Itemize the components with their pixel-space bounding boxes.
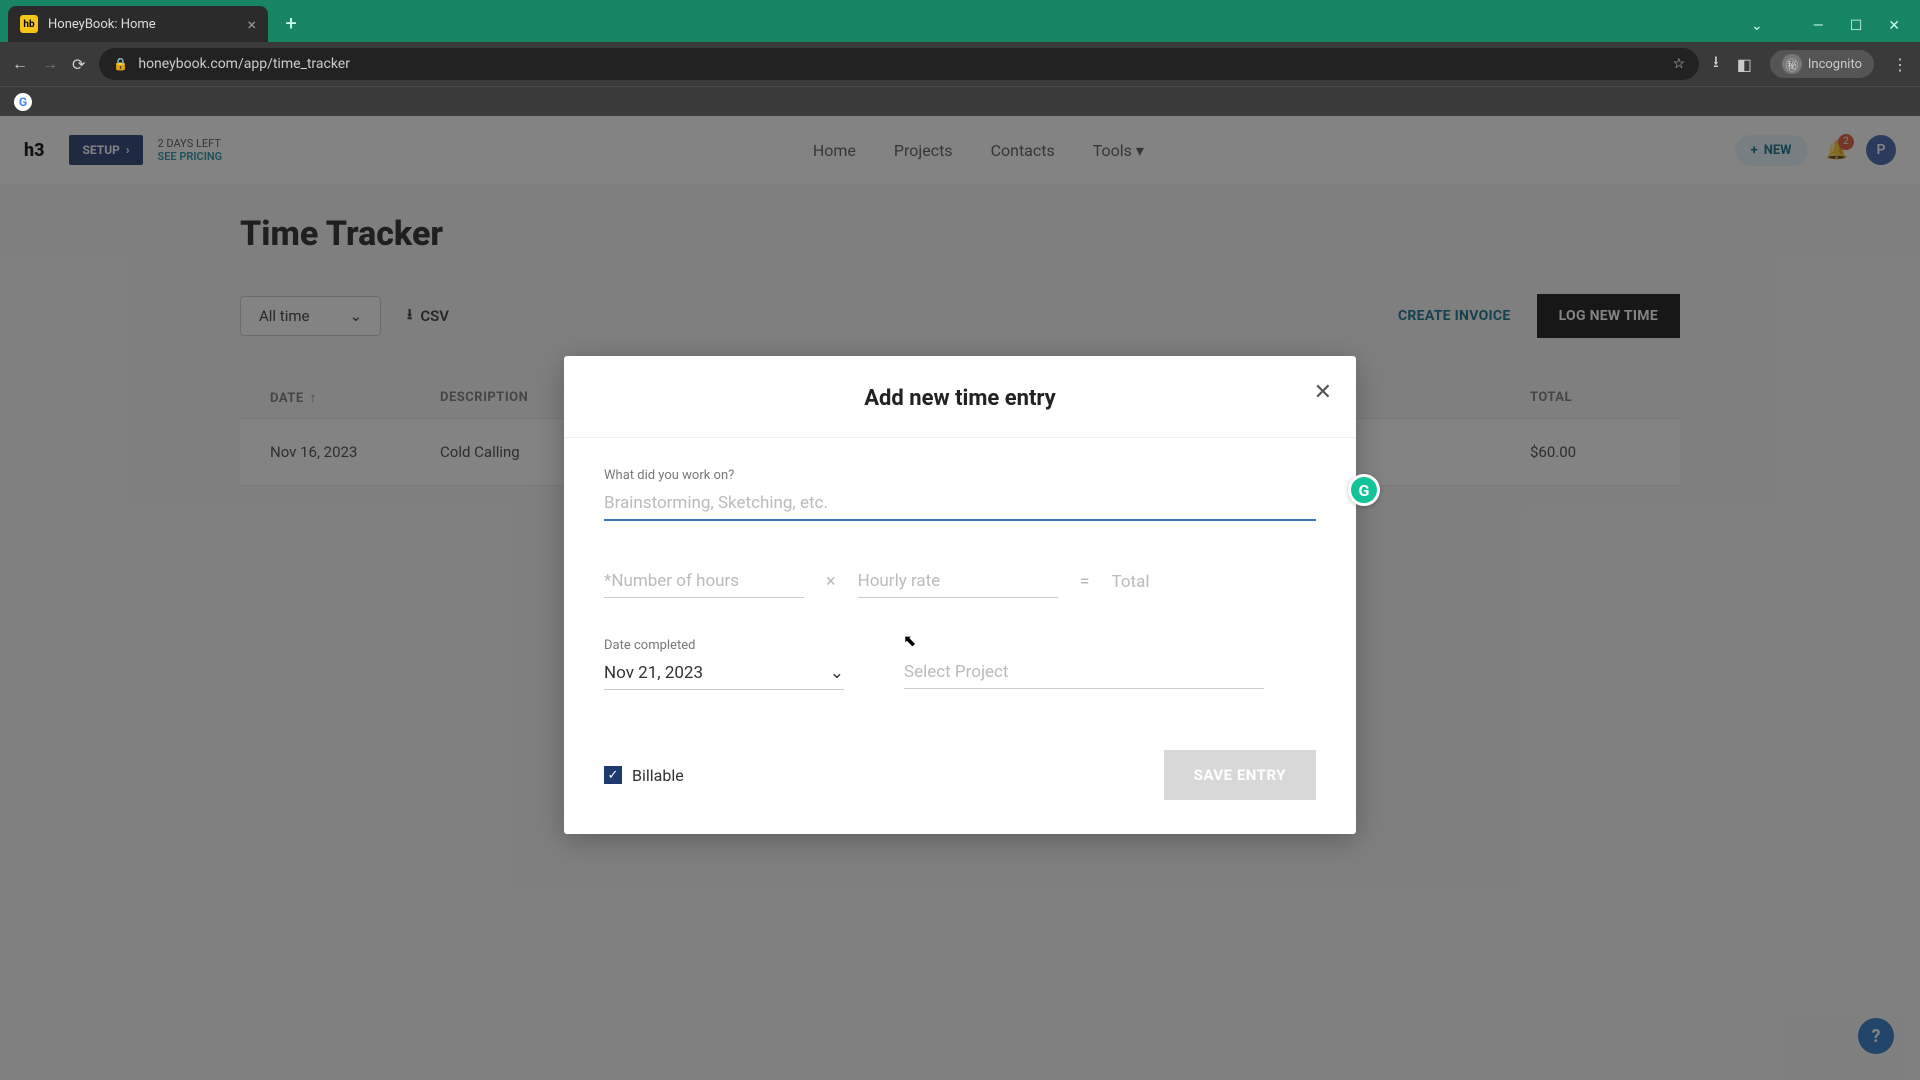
- close-tab-icon[interactable]: ×: [247, 15, 256, 34]
- new-tab-button[interactable]: +: [276, 8, 306, 38]
- google-bookmark-icon[interactable]: G: [14, 93, 32, 111]
- url-text: honeybook.com/app/time_tracker: [138, 56, 350, 72]
- select-project-input[interactable]: [904, 656, 1264, 689]
- panel-icon[interactable]: ◧: [1737, 55, 1752, 74]
- total-label: Total: [1112, 572, 1150, 592]
- reload-icon[interactable]: ⟳: [72, 55, 85, 74]
- add-time-entry-modal: Add new time entry ✕ What did you work o…: [564, 356, 1356, 834]
- incognito-label: Incognito: [1808, 57, 1862, 72]
- back-icon[interactable]: ←: [12, 54, 28, 74]
- hours-input[interactable]: [604, 565, 804, 598]
- address-row: ← → ⟳ 🔒 honeybook.com/app/time_tracker ☆…: [0, 42, 1920, 86]
- lock-icon: 🔒: [113, 57, 128, 71]
- window-controls: ⌄ — ☐ ✕: [1751, 18, 1920, 42]
- chevron-down-icon: ⌄: [830, 663, 844, 683]
- tab-strip: hb HoneyBook: Home × + ⌄ — ☐ ✕: [0, 0, 1920, 42]
- date-completed-dropdown[interactable]: Nov 21, 2023 ⌄: [604, 657, 844, 690]
- address-bar[interactable]: 🔒 honeybook.com/app/time_tracker ☆: [99, 48, 1699, 80]
- work-label: What did you work on?: [604, 468, 1316, 483]
- date-value: Nov 21, 2023: [604, 663, 703, 683]
- tab-title: HoneyBook: Home: [48, 17, 156, 32]
- incognito-icon: ㊙: [1782, 54, 1802, 74]
- downloads-icon[interactable]: ⭳: [1713, 51, 1719, 78]
- close-icon[interactable]: ✕: [1314, 380, 1332, 405]
- minimize-icon[interactable]: —: [1813, 18, 1824, 34]
- incognito-badge[interactable]: ㊙ Incognito: [1770, 50, 1874, 78]
- tabs-chevron-icon[interactable]: ⌄: [1751, 18, 1763, 34]
- star-icon[interactable]: ☆: [1673, 56, 1686, 72]
- billable-checkbox[interactable]: ✓: [604, 766, 622, 784]
- modal-title: Add new time entry: [594, 386, 1326, 411]
- multiply-icon: ×: [826, 571, 836, 592]
- equals-icon: =: [1080, 571, 1090, 592]
- browser-tab[interactable]: hb HoneyBook: Home ×: [8, 6, 268, 42]
- hourly-rate-input[interactable]: [858, 565, 1058, 598]
- menu-icon[interactable]: ⋮: [1892, 55, 1908, 74]
- date-label: Date completed: [604, 638, 844, 653]
- work-description-input[interactable]: [604, 487, 1316, 521]
- save-entry-button[interactable]: SAVE ENTRY: [1164, 750, 1316, 800]
- grammarly-icon[interactable]: G: [1348, 474, 1380, 506]
- forward-icon[interactable]: →: [42, 54, 58, 74]
- close-window-icon[interactable]: ✕: [1888, 18, 1900, 34]
- favicon-icon: hb: [20, 15, 38, 33]
- billable-label: Billable: [632, 766, 684, 785]
- bookmarks-row: G: [0, 86, 1920, 116]
- maximize-icon[interactable]: ☐: [1850, 18, 1863, 34]
